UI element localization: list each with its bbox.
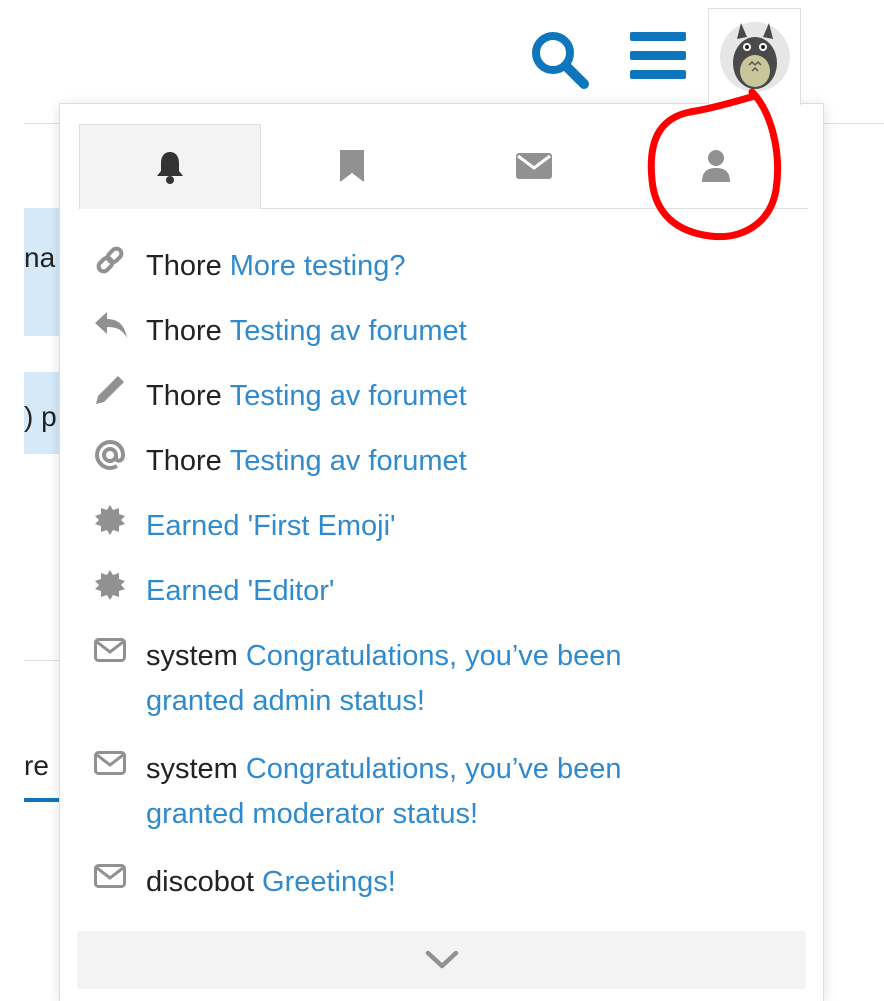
notification-item[interactable]: system Congratulations, you’ve been grante… [94,747,621,837]
notification-item[interactable]: Earned 'Editor' [94,569,334,614]
tab-bookmarks[interactable] [261,124,443,208]
reply-icon [94,309,132,341]
bell-icon [157,152,183,184]
notification-item[interactable]: Thore Testing av forumet [94,309,467,354]
notification-link[interactable]: Congratulations, you’ve been [246,753,622,785]
notification-link-continued[interactable]: granted moderator status! [146,798,478,830]
notification-user: discobot [146,866,255,898]
tab-profile[interactable] [625,124,807,208]
notification-user: Thore [146,250,222,282]
notification-link-continued[interactable]: granted admin status! [146,685,425,717]
badge-icon [94,569,132,601]
notification-item[interactable]: system Congratulations, you’ve been grante… [94,634,621,724]
background-text-fragment: na [24,242,56,273]
show-more-button[interactable] [77,931,806,989]
tab-notifications[interactable] [79,124,261,209]
notification-item[interactable]: Earned 'First Emoji' [94,504,396,549]
notification-link[interactable]: Congratulations, you’ve been [246,640,622,672]
background-tab-fragment[interactable]: re [24,750,49,782]
notification-user: Thore [146,315,222,347]
tab-messages[interactable] [443,124,625,208]
chevron-down-icon [425,950,458,969]
notification-link[interactable]: More testing? [230,250,406,282]
notification-item[interactable]: discobot Greetings! [94,860,396,905]
user-menu-tabs [79,124,808,209]
link-icon [94,244,132,276]
notification-link[interactable]: Earned 'Editor' [146,575,334,607]
notification-item[interactable]: Thore Testing av forumet [94,374,467,419]
notification-user: system [146,753,238,785]
notification-user: system [146,640,238,672]
notification-link[interactable]: Earned 'First Emoji' [146,510,396,542]
hamburger-menu-icon[interactable] [630,30,686,87]
envelope-icon [516,153,552,179]
background-text-fragment: ) p [24,401,57,432]
background-tab-underline [24,798,60,802]
envelope-outline-icon [94,634,132,666]
envelope-outline-icon [94,860,132,892]
user-avatar-button[interactable] [708,8,801,105]
notification-link[interactable]: Testing av forumet [230,315,467,347]
notification-link[interactable]: Testing av forumet [230,380,467,412]
bookmark-icon [340,150,364,182]
badge-icon [94,504,132,536]
notification-item[interactable]: Thore Testing av forumet [94,439,467,484]
user-icon [702,150,730,182]
user-avatar [720,22,790,92]
background-divider [24,660,60,661]
notification-link[interactable]: Testing av forumet [230,445,467,477]
envelope-outline-icon [94,747,132,779]
search-icon[interactable] [528,28,592,97]
at-icon [94,439,132,471]
notification-user: Thore [146,380,222,412]
user-menu-panel: Thore More testing? Thore Testing av forum… [59,103,824,1001]
notification-user: Thore [146,445,222,477]
notification-item[interactable]: Thore More testing? [94,244,405,289]
pencil-icon [94,374,132,406]
notification-link[interactable]: Greetings! [262,866,396,898]
